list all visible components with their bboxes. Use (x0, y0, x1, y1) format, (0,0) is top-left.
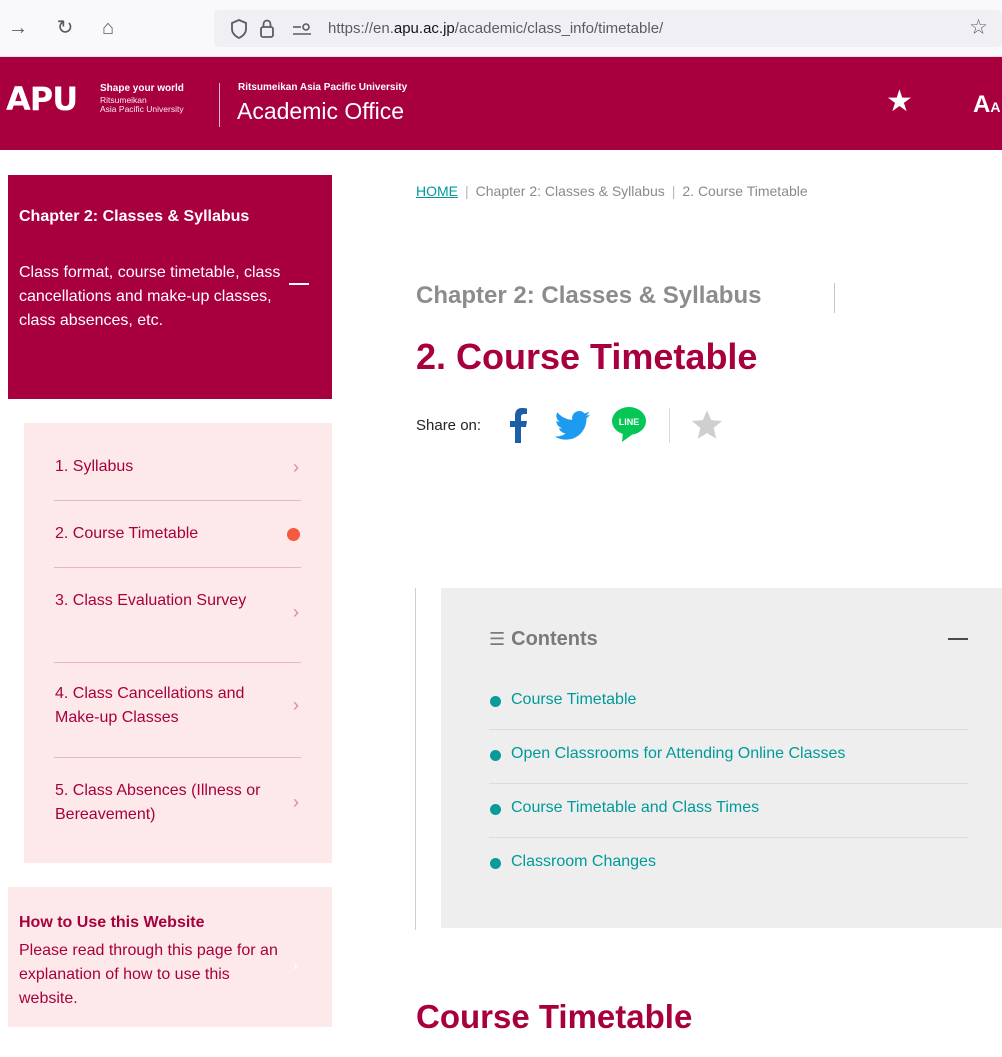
header-university: Ritsumeikan Asia Pacific University (238, 82, 408, 93)
header-divider (219, 83, 220, 127)
breadcrumb-current-page: 2. Course Timetable (682, 183, 808, 199)
sidebar-chapter-panel[interactable]: Chapter 2: Classes & Syllabus Class form… (8, 175, 332, 399)
toc-header: ☰ Contents (489, 628, 598, 651)
page-title: 2. Course Timetable (416, 336, 758, 377)
breadcrumb-chapter: Chapter 2: Classes & Syllabus (475, 183, 665, 199)
header-office-title[interactable]: Academic Office (237, 98, 404, 125)
lock-icon[interactable] (259, 14, 275, 48)
toc-item-open-classrooms[interactable]: Open Classrooms for Attending Online Cla… (489, 730, 968, 784)
subnav-item-class-cancellations[interactable]: 4. Class Cancellations and Make-up Class… (54, 663, 301, 758)
collapse-icon[interactable] (948, 638, 968, 640)
toc-item-label: Course Timetable (511, 691, 637, 708)
url-text[interactable]: https://en.apu.ac.jp/academic/class_info… (328, 20, 663, 37)
breadcrumb: HOME | Chapter 2: Classes & Syllabus | 2. Co… (416, 183, 808, 199)
section-title-course-timetable: Course Timetable (416, 998, 693, 1035)
chevron-right-icon: › (293, 457, 299, 477)
toc-item-course-timetable[interactable]: Course Timetable (489, 676, 968, 730)
apu-logo[interactable]: APU (6, 80, 78, 118)
line-icon[interactable]: LINE (611, 406, 647, 449)
breadcrumb-home-link[interactable]: HOME (416, 183, 458, 199)
chevron-right-icon: › (293, 695, 299, 715)
browser-toolbar: → ↻ ⌂ https://en.apu.ac.jp/academic/clas… (0, 0, 1002, 57)
how-to-use-panel[interactable]: How to Use this Website Please read thro… (8, 887, 332, 1027)
toc-left-rule (415, 588, 416, 930)
url-path: /academic/class_info/timetable/ (454, 20, 664, 37)
site-header: APU Shape your world Ritsumeikan Asia Pa… (0, 57, 1002, 150)
chevron-right-icon: › (293, 792, 299, 812)
logo-sub-university: Asia Pacific University (100, 104, 184, 115)
font-size-control[interactable]: AA (973, 91, 1000, 119)
toc-item-label: Open Classrooms for Attending Online Cla… (511, 745, 846, 762)
chapter-label: Chapter 2: Classes & Syllabus (416, 282, 762, 309)
subnav-item-syllabus[interactable]: 1. Syllabus › (54, 455, 301, 501)
chapter-label-divider (834, 283, 835, 313)
toc-title: Contents (511, 628, 598, 650)
bullet-icon (490, 804, 501, 815)
current-page-indicator (287, 528, 300, 541)
subnav-item-class-evaluation[interactable]: 3. Class Evaluation Survey › (54, 568, 301, 663)
line-icon-label: LINE (619, 417, 640, 427)
reload-icon[interactable]: ↻ (52, 14, 78, 42)
permissions-icon[interactable] (292, 14, 312, 47)
address-bar[interactable]: https://en.apu.ac.jp/academic/class_info… (214, 10, 1002, 47)
subnav-item-class-absences[interactable]: 5. Class Absences (Illness or Bereavemen… (54, 758, 301, 850)
subnav-item-label: 1. Syllabus (55, 458, 134, 475)
chevron-right-icon: › (293, 602, 299, 622)
url-domain: apu.ac.jp (393, 20, 455, 37)
sidebar-chapter-description: Class format, course timetable, class ca… (19, 264, 281, 329)
breadcrumb-separator: | (465, 183, 469, 199)
bookmark-star-icon[interactable]: ☆ (969, 15, 988, 40)
favorite-star-icon[interactable] (690, 409, 724, 446)
subnav-item-course-timetable[interactable]: 2. Course Timetable (54, 501, 301, 568)
back-arrow-icon[interactable]: → (5, 14, 31, 42)
bullet-icon (490, 696, 501, 707)
share-label: Share on: (416, 417, 482, 434)
sidebar-chapter-title: Chapter 2: Classes & Syllabus (19, 208, 250, 225)
toc-item-label: Classroom Changes (511, 853, 656, 870)
subnav-item-label: 3. Class Evaluation Survey (55, 592, 247, 609)
subnav-item-label: 5. Class Absences (Illness or Bereavemen… (55, 782, 261, 823)
logo-text: Shape your world Ritsumeikan Asia Pacifi… (100, 84, 184, 115)
toc-item-label: Course Timetable and Class Times (511, 799, 760, 816)
how-to-use-title: How to Use this Website (19, 914, 205, 931)
twitter-icon[interactable] (554, 411, 591, 446)
list-icon: ☰ (489, 629, 506, 649)
font-size-small: A (990, 99, 1001, 115)
subnav-item-label: 2. Course Timetable (55, 525, 199, 542)
how-to-use-description: Please read through this page for an exp… (19, 942, 278, 1007)
bullet-icon (490, 858, 501, 869)
chevron-right-icon: › (293, 957, 298, 973)
favorites-star-icon[interactable]: ★ (886, 87, 913, 117)
font-size-large: A (973, 91, 991, 118)
bullet-icon (490, 750, 501, 761)
logo-tagline: Shape your world (100, 83, 184, 94)
subnav-item-label: 4. Class Cancellations and Make-up Class… (55, 685, 245, 726)
chapter-subnav: 1. Syllabus › 2. Course Timetable 3. Cla… (24, 423, 332, 863)
url-prefix: https://en. (328, 20, 394, 37)
breadcrumb-separator: | (671, 183, 676, 199)
share-divider (669, 408, 670, 443)
shield-icon[interactable] (230, 14, 248, 48)
facebook-icon[interactable] (508, 407, 528, 448)
table-of-contents: ☰ Contents Course Timetable Open Classroo… (441, 588, 1002, 928)
toc-item-class-times[interactable]: Course Timetable and Class Times (489, 784, 968, 838)
home-icon[interactable]: ⌂ (95, 14, 121, 42)
toc-item-classroom-changes[interactable]: Classroom Changes (489, 838, 968, 892)
collapse-icon[interactable] (289, 283, 309, 285)
